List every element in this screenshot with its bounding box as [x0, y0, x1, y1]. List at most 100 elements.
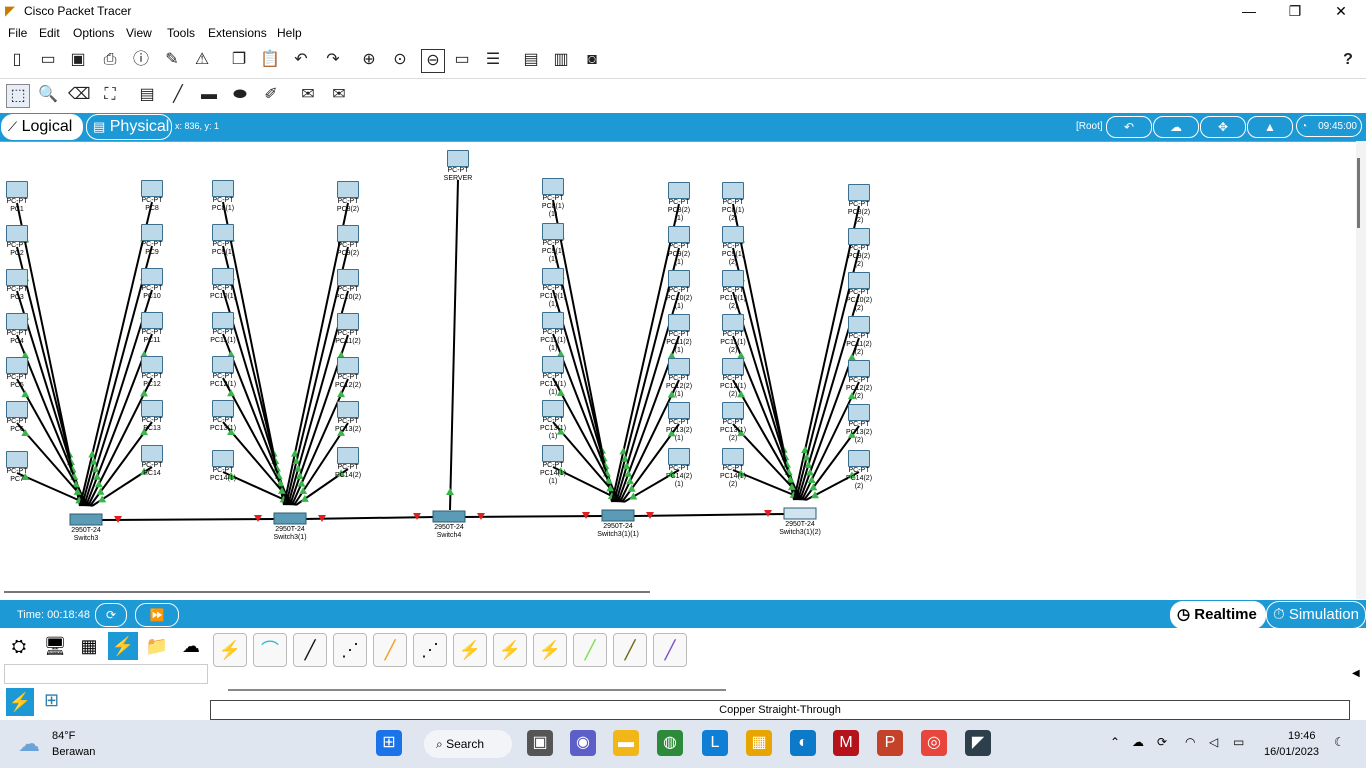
back-icon[interactable]: ↶: [1106, 116, 1152, 138]
pc-device[interactable]: PC-PT PC9(1): [208, 224, 238, 257]
pc-device[interactable]: PC-PT PC9(1)(1): [538, 223, 568, 264]
end-devices-category-icon[interactable]: 🖥: [40, 632, 70, 660]
palette-collapse-icon[interactable]: ◀: [1352, 668, 1360, 679]
cluster-icon[interactable]: ☁: [1153, 116, 1199, 138]
menu-view[interactable]: View: [126, 26, 152, 40]
drawing-palette-icon[interactable]: ▭: [451, 49, 473, 71]
miscellaneous-category-icon[interactable]: 📁: [142, 632, 172, 660]
pc-device[interactable]: PC-PT PC14(2): [333, 447, 363, 480]
pc-device[interactable]: PC-PT PC3: [2, 269, 32, 302]
new-file-icon[interactable]: ▯: [6, 49, 28, 71]
pc-device[interactable]: PC-PT PC12(1): [208, 356, 238, 389]
grid-subcategory-icon[interactable]: ⊞: [44, 690, 59, 711]
pc-device[interactable]: PC-PT PC13: [137, 400, 167, 433]
pc-device[interactable]: PC-PT PC10(2): [333, 269, 363, 302]
menu-edit[interactable]: Edit: [39, 26, 60, 40]
network-info-icon[interactable]: ⚠: [191, 49, 213, 71]
serial-dte-icon[interactable]: ⚡: [533, 633, 567, 667]
usb-cable-icon[interactable]: ╱: [653, 633, 687, 667]
move-object-icon[interactable]: ✥: [1200, 116, 1246, 138]
onedrive-icon[interactable]: ☁: [1132, 735, 1144, 749]
realtime-mode-button[interactable]: ◷ Realtime: [1170, 601, 1266, 629]
chrome-icon[interactable]: ◎: [921, 730, 947, 756]
pc-device[interactable]: PC-PT PC5: [2, 357, 32, 390]
task-view-icon[interactable]: ▣: [527, 730, 553, 756]
microsoft-store-icon[interactable]: ▦: [746, 730, 772, 756]
draw-rectangle-icon[interactable]: ▬: [198, 84, 220, 106]
logical-workspace[interactable]: PC-PT PC1 PC-PT PC2 PC-PT PC3 PC-PT PC4 PC-PT PC5…: [0, 141, 1356, 600]
pc-device[interactable]: PC-PT PC11(1)(2): [718, 314, 748, 355]
pc-device[interactable]: PC-PT PC9(1)(2): [718, 226, 748, 267]
pc-device[interactable]: PC-PT PC12(1)(1): [538, 356, 568, 397]
root-breadcrumb[interactable]: [Root]: [1076, 121, 1103, 132]
palette-scroll-thumb[interactable]: [228, 689, 726, 691]
save-icon[interactable]: ▣: [67, 49, 89, 71]
edge-browser-icon[interactable]: ◐: [790, 730, 816, 756]
system-time[interactable]: 19:46: [1288, 730, 1316, 742]
pc-device[interactable]: PC-PT PC10(2)(1): [664, 270, 694, 311]
battery-icon[interactable]: ▭: [1233, 735, 1244, 749]
switch-device[interactable]: 2950T-24 Switch4: [419, 524, 479, 540]
freeform-icon[interactable]: ✐: [260, 84, 282, 106]
notes-icon[interactable]: ▤: [520, 49, 542, 71]
pc-device[interactable]: PC-PT PC9(2)(1): [664, 226, 694, 267]
pc-device[interactable]: PC-PT PC8(1)(2): [718, 182, 748, 223]
pc-device[interactable]: PC-PT PC8: [137, 180, 167, 213]
pc-device[interactable]: PC-PT PC13(1)(2): [718, 402, 748, 443]
phone-cable-icon[interactable]: ⋰: [413, 633, 447, 667]
multiuser-category-icon[interactable]: ☁: [176, 632, 206, 660]
network-devices-category-icon[interactable]: ⛭: [4, 632, 34, 660]
power-cycle-icon[interactable]: ⟳: [95, 603, 127, 627]
start-menu-icon[interactable]: ⊞: [376, 730, 402, 756]
pc-device[interactable]: PC-PT PC8(1): [208, 180, 238, 213]
pc-device[interactable]: PC-PT PC9: [137, 224, 167, 257]
pc-device[interactable]: PC-PT PC8(2)(2): [844, 184, 874, 225]
server-device[interactable]: PC-PT SERVER: [443, 150, 473, 183]
pc-device[interactable]: PC-PT PC1: [2, 181, 32, 214]
menu-file[interactable]: File: [8, 26, 27, 40]
help-icon[interactable]: ?: [1337, 49, 1359, 71]
add-complex-pdu-icon[interactable]: ✉: [328, 84, 350, 106]
mcafee-icon[interactable]: M: [833, 730, 859, 756]
pc-device[interactable]: PC-PT PC14(1)(1): [538, 445, 568, 486]
octal-cable-icon[interactable]: ╱: [573, 633, 607, 667]
chat-icon[interactable]: ◉: [570, 730, 596, 756]
weather-temperature[interactable]: 84°F: [52, 730, 75, 742]
pc-device[interactable]: PC-PT PC6: [2, 401, 32, 434]
pc-device[interactable]: PC-PT PC13(2)(2): [844, 404, 874, 445]
pc-device[interactable]: PC-PT PC11(2)(2): [844, 316, 874, 357]
copper-straight-through-icon[interactable]: ╱: [293, 633, 327, 667]
pc-device[interactable]: PC-PT PC9(2): [333, 225, 363, 258]
info-icon[interactable]: ⓘ: [130, 49, 152, 71]
serial-dce-icon[interactable]: ⚡: [493, 633, 527, 667]
pc-device[interactable]: PC-PT PC11(1): [208, 312, 238, 345]
redo-icon[interactable]: ↷: [322, 49, 344, 71]
pc-device[interactable]: PC-PT PC10(1): [208, 268, 238, 301]
pc-device[interactable]: PC-PT PC8(2): [333, 181, 363, 214]
notification-icon[interactable]: ☾: [1334, 735, 1345, 749]
tab-physical[interactable]: ▤ Physical: [86, 114, 172, 140]
pc-device[interactable]: PC-PT PC12(2)(2): [844, 360, 874, 401]
pc-device[interactable]: PC-PT PC8(2)(1): [664, 182, 694, 223]
powerpoint-icon[interactable]: P: [877, 730, 903, 756]
pc-device[interactable]: PC-PT PC12(2): [333, 357, 363, 390]
draw-line-icon[interactable]: ╱: [167, 84, 189, 106]
copy-icon[interactable]: ❐: [228, 49, 250, 71]
delete-icon[interactable]: ⌫: [68, 84, 91, 106]
menu-options[interactable]: Options: [73, 26, 114, 40]
components-category-icon[interactable]: ▦: [74, 632, 104, 660]
paste-icon[interactable]: 📋: [259, 49, 281, 71]
pc-device[interactable]: PC-PT PC12: [137, 356, 167, 389]
switch-device[interactable]: 2950T-24 Switch3(1)(2): [770, 521, 830, 537]
packet-tracer-taskbar-icon[interactable]: ◤: [965, 730, 991, 756]
show-hidden-icons-icon[interactable]: ⌃: [1110, 735, 1120, 749]
add-simple-pdu-icon[interactable]: ✉: [297, 84, 319, 106]
pc-device[interactable]: PC-PT PC13(1)(1): [538, 400, 568, 441]
fast-forward-icon[interactable]: ⏩: [135, 603, 179, 627]
activity-wizard-icon[interactable]: ✎: [161, 49, 183, 71]
pc-device[interactable]: PC-PT PC11: [137, 312, 167, 345]
pc-device[interactable]: PC-PT PC7: [2, 451, 32, 484]
pc-device[interactable]: PC-PT PC10(2)(2): [844, 272, 874, 313]
pc-device[interactable]: PC-PT PC8(1)(1): [538, 178, 568, 219]
coaxial-cable-icon[interactable]: ⚡: [453, 633, 487, 667]
